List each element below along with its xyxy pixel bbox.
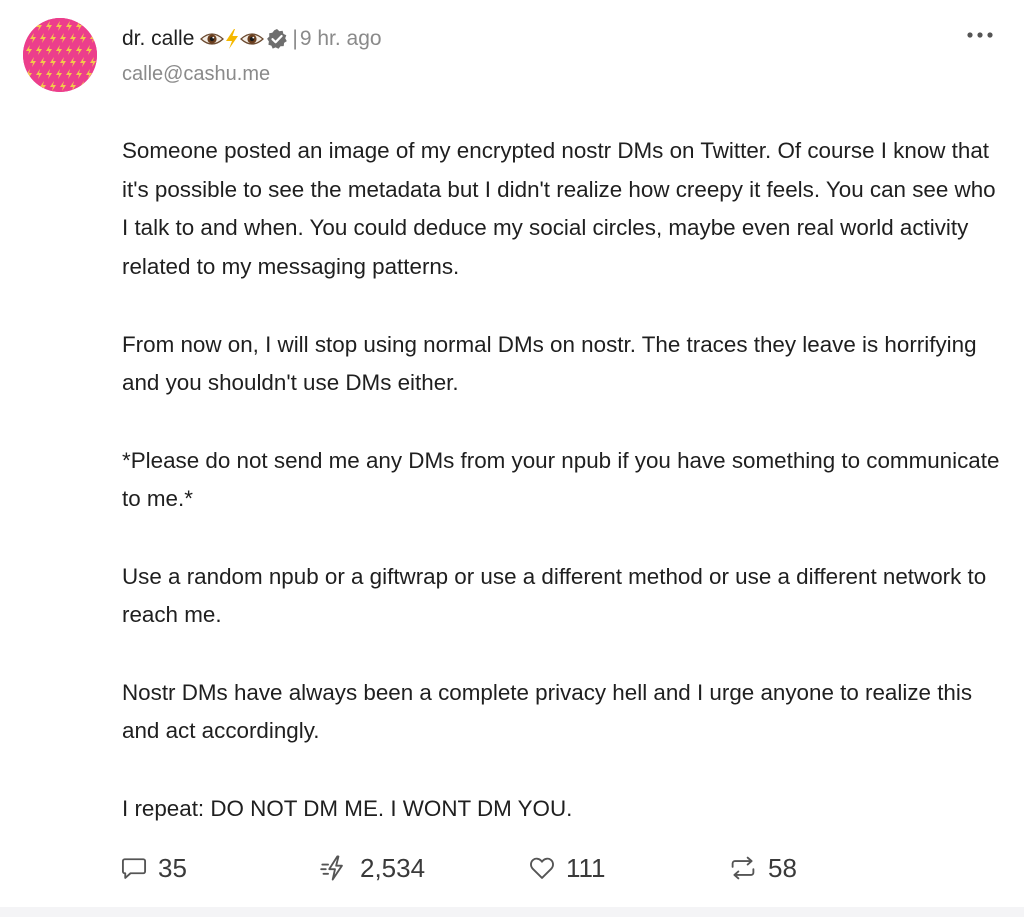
content-paragraph: Use a random npub or a giftwrap or use a… <box>122 563 987 628</box>
content-paragraph: Someone posted an image of my encrypted … <box>122 138 996 280</box>
like-count: 111 <box>566 852 606 883</box>
separator: | <box>292 27 298 50</box>
zap-icon <box>320 855 343 881</box>
repost-count: 58 <box>768 852 797 883</box>
more-options-button[interactable] <box>962 24 998 46</box>
lightning-icon <box>224 28 240 50</box>
avatar[interactable] <box>23 18 97 92</box>
lightning-bolt-icon <box>26 21 32 31</box>
content-paragraph: *Please do not send me any DMs from your… <box>122 447 1000 512</box>
verified-badge-icon <box>266 28 288 50</box>
content-paragraph: From now on, I will stop using normal DM… <box>122 331 977 396</box>
feed-divider <box>0 907 1024 917</box>
author-nip05: calle@cashu.me <box>122 63 271 85</box>
content-paragraph: I repeat: DO NOT DM ME. I WONT DM YOU. <box>122 795 573 821</box>
zap-button[interactable]: 2,534 <box>320 848 425 888</box>
content-paragraph: Nostr DMs have always been a complete pr… <box>122 679 973 744</box>
reply-count: 35 <box>158 852 187 883</box>
reply-button[interactable]: 35 <box>120 848 187 888</box>
post-content: Someone posted an image of my encrypted … <box>122 132 1002 829</box>
author-emojis <box>200 28 288 50</box>
eye-icon <box>200 30 225 48</box>
repost-icon <box>731 856 755 880</box>
lightning-bolt-pattern-icon <box>23 18 97 92</box>
like-button[interactable]: 111 <box>528 848 606 888</box>
speech-bubble-icon <box>121 858 147 879</box>
timestamp[interactable]: 9 hr. ago <box>300 27 382 51</box>
post-card: dr. calle | 9 hr. ago calle@cashu.me Som… <box>0 0 1024 907</box>
action-bar: 35 2,534 111 58 <box>120 848 820 888</box>
author-line: dr. calle | 9 hr. ago <box>122 24 382 54</box>
eye-icon <box>240 30 265 48</box>
author-name[interactable]: dr. calle <box>122 27 194 51</box>
lightning-bolt-icon <box>90 81 96 91</box>
repost-button[interactable]: 58 <box>728 848 797 888</box>
heart-icon <box>530 857 554 879</box>
more-dots-icon <box>967 32 993 38</box>
zap-count: 2,534 <box>360 852 426 883</box>
